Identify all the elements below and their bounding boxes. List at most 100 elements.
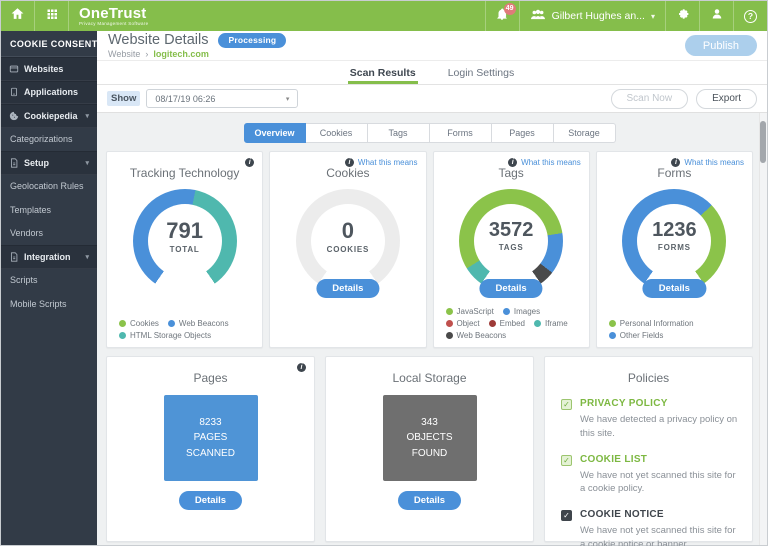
what-this-means-label: What this means [684,158,744,167]
card-title: Forms [597,166,752,180]
legend-label: Images [514,307,540,316]
tab-overview[interactable]: Overview [244,123,306,143]
home-button[interactable] [1,1,35,31]
tracking-info[interactable]: i [245,158,254,167]
card-title: Local Storage [326,371,533,385]
tags-what-this-means-link[interactable]: i What this means [508,158,581,167]
cookies-details-button[interactable]: Details [316,279,379,298]
local-storage-details-button[interactable]: Details [398,491,461,510]
card-title: Pages [107,371,314,385]
policy-item-privacy-policy: ✓ PRIVACY POLICY We have detected a priv… [561,398,738,441]
sidebar-item-setup[interactable]: Setup ▾ [1,151,97,175]
stat-value: 8233 [199,415,221,431]
account-button[interactable] [699,1,733,31]
legend-dot [489,320,496,327]
checkbox-checked-icon[interactable]: ✓ [561,510,572,521]
grid-icon [46,7,58,25]
cookies-what-this-means-link[interactable]: i What this means [345,158,418,167]
sidebar-header: COOKIE CONSENT [1,31,97,57]
sidebar-item-geolocation-rules[interactable]: Geolocation Rules [1,175,97,199]
sidebar-item-label: Cookiepedia [24,111,78,121]
main-tabs: Scan Results Login Settings [97,61,767,85]
scrollbar-track[interactable] [759,113,767,545]
forms-legend: Personal Information Other Fields [609,319,746,340]
legend-dot [446,320,453,327]
status-badge: Processing [218,33,286,48]
policy-description: We have detected a privacy policy on thi… [580,413,738,441]
breadcrumb-root[interactable]: Website [108,49,140,59]
checkbox-checked-icon[interactable]: ✓ [561,455,572,466]
legend-dot [534,320,541,327]
tags-legend: JavaScript Images Object Embed Iframe We… [446,307,583,340]
stat-value: 343 [421,415,438,431]
what-this-means-label: What this means [358,158,418,167]
tracking-technology-card: i Tracking Technology 791 TOTAL [106,151,263,348]
legend-label: Web Beacons [179,319,229,328]
sidebar-item-vendors[interactable]: Vendors [1,222,97,246]
settings-button[interactable] [665,1,699,31]
legend-dot [503,308,510,315]
legend-label: Embed [500,319,525,328]
gauge-card-row: i Tracking Technology 791 TOTAL [106,151,753,348]
policy-label: COOKIE NOTICE [580,509,738,520]
forms-card: i What this means Forms 1236 FORMS Detai… [596,151,753,348]
sidebar-item-websites[interactable]: Websites [1,57,97,81]
objects-found-stat: 343 OBJECTS FOUND [383,395,477,481]
sidebar-item-applications[interactable]: Applications [1,81,97,105]
app-window: OneTrust Privacy Management Software 49 … [0,0,768,546]
tab-storage[interactable]: Storage [554,123,616,143]
forms-what-this-means-link[interactable]: i What this means [671,158,744,167]
tab-login-settings[interactable]: Login Settings [446,61,517,84]
tab-forms[interactable]: Forms [430,123,492,143]
pages-details-button[interactable]: Details [179,491,242,510]
user-name: Gilbert Hughes an... [552,10,645,22]
chevron-down-icon: ▾ [651,12,655,21]
sidebar-item-integration[interactable]: Integration ▾ [1,245,97,269]
tab-cookies[interactable]: Cookies [306,123,368,143]
apps-grid-button[interactable] [35,1,69,31]
gauge-value: 0 [296,220,400,242]
export-button[interactable]: Export [696,89,757,109]
sidebar-item-label: Mobile Scripts [10,299,67,309]
policy-label: PRIVACY POLICY [580,398,738,409]
scan-date-select[interactable]: 08/17/19 06:26 ▾ [146,89,298,108]
scrollbar-thumb[interactable] [760,121,766,163]
sidebar-item-categorizations[interactable]: Categorizations [1,128,97,152]
publish-button[interactable]: Publish [685,35,757,56]
breadcrumb-separator-icon: › [145,49,148,59]
local-storage-card: Local Storage 343 OBJECTS FOUND Details [325,356,534,542]
scan-toolbar: Show 08/17/19 06:26 ▾ Scan Now Export [97,85,767,113]
help-button[interactable]: ? [733,1,767,31]
user-menu[interactable]: Gilbert Hughes an... ▾ [519,1,665,31]
gear-icon [676,7,690,26]
legend-label: Object [457,319,480,328]
sidebar-item-mobile-scripts[interactable]: Mobile Scripts [1,292,97,316]
checkbox-checked-icon[interactable]: ✓ [561,399,572,410]
pages-scanned-stat: 8233 PAGES SCANNED [164,395,258,481]
sidebar-item-label: Geolocation Rules [10,181,84,191]
page-title: Website Details [108,32,208,48]
chevron-down-icon: ▾ [85,253,89,261]
info-icon: i [297,363,306,372]
legend-label: JavaScript [457,307,494,316]
legend-dot [119,320,126,327]
tab-tags[interactable]: Tags [368,123,430,143]
brand-logo: OneTrust Privacy Management Software [69,1,158,31]
sidebar-item-scripts[interactable]: Scripts [1,269,97,293]
forms-details-button[interactable]: Details [643,279,706,298]
gauge-unit: TOTAL [133,245,237,254]
tab-scan-results[interactable]: Scan Results [348,61,418,84]
tab-pages[interactable]: Pages [492,123,554,143]
document-icon [9,252,19,262]
pages-info[interactable]: i [297,363,306,372]
sidebar-item-templates[interactable]: Templates [1,198,97,222]
view-tabs: Overview Cookies Tags Forms Pages Storag… [106,123,753,143]
sidebar-item-cookiepedia[interactable]: Cookiepedia ▾ [1,104,97,128]
gauge-unit: TAGS [459,243,563,252]
legend-dot [609,332,616,339]
scan-results-content: Overview Cookies Tags Forms Pages Storag… [97,113,767,545]
notifications-button[interactable]: 49 [485,1,519,31]
tags-details-button[interactable]: Details [480,279,543,298]
scan-now-button[interactable]: Scan Now [611,89,689,109]
forms-gauge: 1236 FORMS Details [622,189,726,293]
